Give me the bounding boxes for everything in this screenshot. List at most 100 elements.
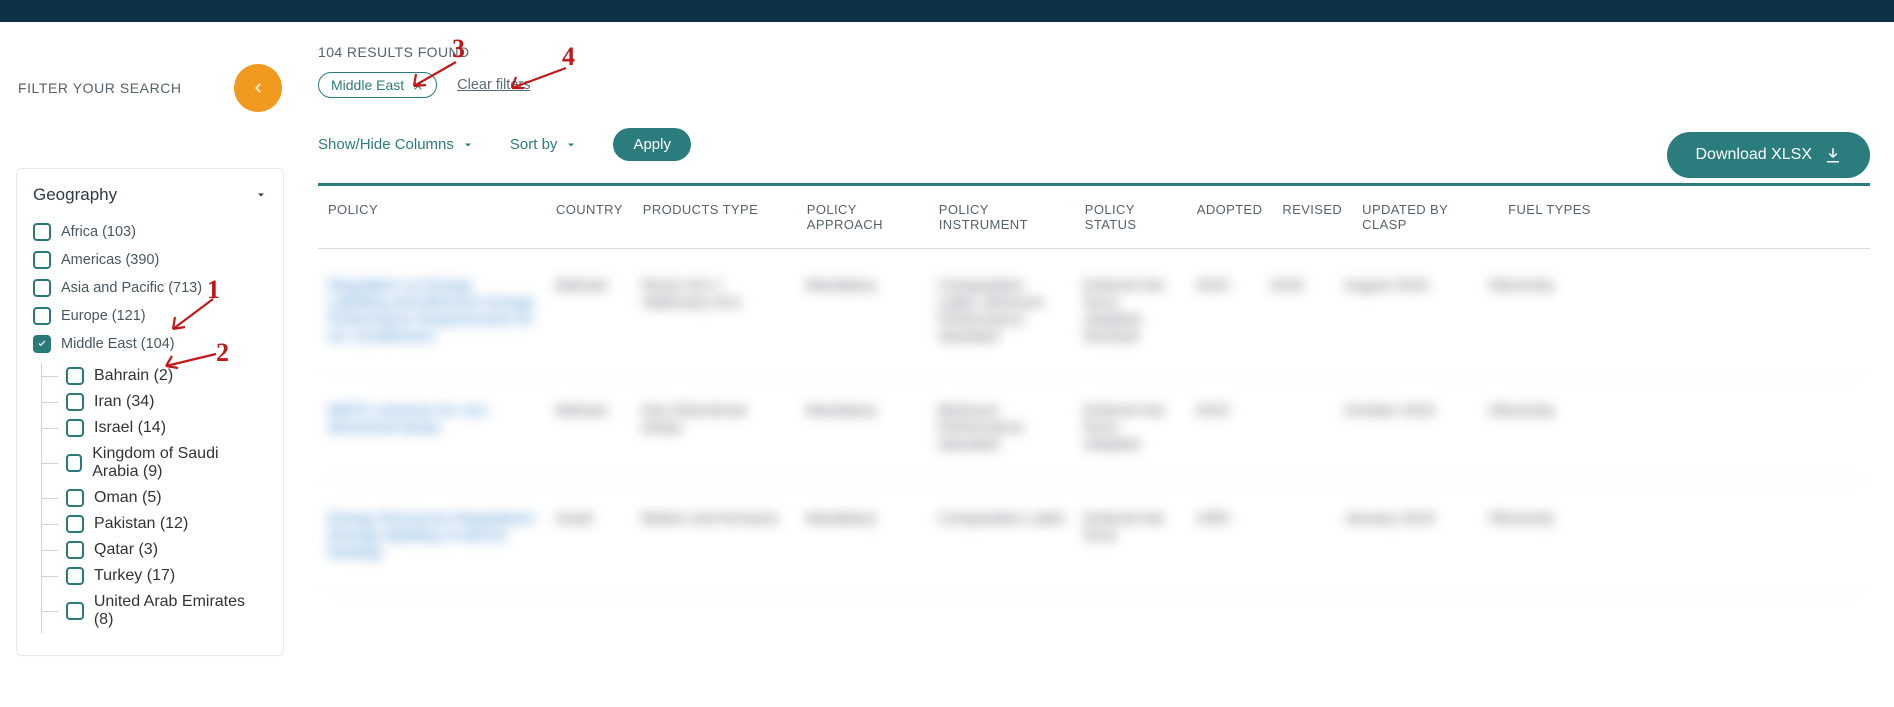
sort-by-label: Sort by xyxy=(510,136,558,153)
cell-updated: October 2019 xyxy=(1334,402,1480,453)
geo-item-americas[interactable]: Americas (390) xyxy=(33,251,267,269)
cell-ptype: Room ACs / Stationary ACs xyxy=(632,277,796,345)
cell-ptype: Boilers and furnaces xyxy=(632,510,796,561)
cell-ptype: Non-Directional lamps xyxy=(632,402,796,453)
cell-updated: January 2019 xyxy=(1334,510,1480,561)
geo-label: Europe (121) xyxy=(61,308,146,324)
cell-adopted: 1993 xyxy=(1186,510,1260,561)
geo-subitem-ksa[interactable]: Kingdom of Saudi Arabia (9) xyxy=(42,441,267,485)
checkbox[interactable] xyxy=(66,489,84,507)
cell-fuel: Electricity xyxy=(1480,402,1870,453)
cell-approach: Mandatory xyxy=(796,402,928,453)
cell-fuel: Electricity xyxy=(1480,277,1870,345)
filter-card-geography: Geography Africa (103) Americas (390) As… xyxy=(16,168,284,656)
geo-subitem-turkey[interactable]: Turkey (17) xyxy=(42,563,267,589)
geography-section-toggle[interactable]: Geography xyxy=(33,185,267,205)
apply-button[interactable]: Apply xyxy=(613,128,691,161)
show-hide-columns-dropdown[interactable]: Show/Hide Columns xyxy=(318,136,474,153)
cell-instrument: Minimum Performance Standard xyxy=(928,402,1074,453)
cell-revised xyxy=(1260,510,1334,561)
th-country[interactable]: COUNTRY xyxy=(546,202,633,232)
checkbox[interactable] xyxy=(33,251,51,269)
cell-instrument: Comparative Label xyxy=(928,510,1074,561)
th-products[interactable]: PRODUCTS TYPE xyxy=(633,202,797,232)
checkbox[interactable] xyxy=(66,419,84,437)
sort-by-dropdown[interactable]: Sort by xyxy=(510,136,578,153)
cell-adopted: 2015 xyxy=(1186,277,1260,345)
geography-section-label: Geography xyxy=(33,185,117,205)
main-content: 104 RESULTS FOUND Middle East Clear filt… xyxy=(300,22,1894,676)
cell-policy[interactable]: Regulation on Energy Labelling and Minim… xyxy=(318,277,546,345)
geo-label: Qatar (3) xyxy=(94,541,158,559)
cell-policy[interactable]: Energy Resources Regulations (Energy lab… xyxy=(318,510,546,561)
checkbox[interactable] xyxy=(66,393,84,411)
cell-fuel: Electricity xyxy=(1480,510,1870,561)
download-icon xyxy=(1824,146,1842,164)
chevron-down-icon xyxy=(565,139,577,151)
th-status[interactable]: POLICY STATUS xyxy=(1075,202,1187,232)
checkbox[interactable] xyxy=(66,515,84,533)
cell-country: Bahrain xyxy=(546,402,632,453)
geo-item-middle-east[interactable]: Middle East (104) xyxy=(33,335,267,353)
table-header: POLICY COUNTRY PRODUCTS TYPE POLICY APPR… xyxy=(318,183,1870,249)
results-count: 104 RESULTS FOUND xyxy=(318,44,1870,60)
checkbox[interactable] xyxy=(33,223,51,241)
cell-status: Entered into force, Adopted xyxy=(1074,402,1186,453)
cell-approach: Mandatory xyxy=(796,510,928,561)
geo-label: Asia and Pacific (713) xyxy=(61,280,202,296)
cell-status: Entered into force xyxy=(1074,510,1186,561)
th-revised[interactable]: REVISED xyxy=(1272,202,1352,232)
cell-revised: 2019 xyxy=(1260,277,1334,345)
geo-label: Bahrain (2) xyxy=(94,367,173,385)
th-policy[interactable]: POLICY xyxy=(318,202,546,232)
geo-item-europe[interactable]: Europe (121) xyxy=(33,307,267,325)
th-updated[interactable]: UPDATED BY CLASP xyxy=(1352,202,1498,232)
th-adopted[interactable]: ADOPTED xyxy=(1187,202,1273,232)
collapse-sidebar-button[interactable] xyxy=(234,64,282,112)
th-instrument[interactable]: POLICY INSTRUMENT xyxy=(929,202,1075,232)
cell-updated: August 2019 xyxy=(1334,277,1480,345)
checkbox[interactable] xyxy=(33,335,51,353)
cell-country: Israel xyxy=(546,510,632,561)
geo-label: Middle East (104) xyxy=(61,336,175,352)
geo-item-africa[interactable]: Africa (103) xyxy=(33,223,267,241)
cell-policy[interactable]: MEPS schemes for non-directional lamps xyxy=(318,402,546,453)
download-xlsx-button[interactable]: Download XLSX xyxy=(1667,132,1870,178)
checkbox[interactable] xyxy=(66,602,84,620)
filter-title: FILTER YOUR SEARCH xyxy=(18,80,182,96)
table-row[interactable]: Regulation on Energy Labelling and Minim… xyxy=(318,249,1870,374)
chevron-down-icon xyxy=(255,189,267,201)
geo-subitem-uae[interactable]: United Arab Emirates (8) xyxy=(42,589,267,633)
top-navbar xyxy=(0,0,1894,22)
checkbox[interactable] xyxy=(66,567,84,585)
geo-subitem-iran[interactable]: Iran (34) xyxy=(42,389,267,415)
geo-subitem-pakistan[interactable]: Pakistan (12) xyxy=(42,511,267,537)
checkbox[interactable] xyxy=(33,307,51,325)
geo-item-asia-pacific[interactable]: Asia and Pacific (713) xyxy=(33,279,267,297)
geo-subitem-oman[interactable]: Oman (5) xyxy=(42,485,267,511)
checkbox[interactable] xyxy=(66,367,84,385)
chip-remove-button[interactable] xyxy=(412,79,424,91)
filter-chip-middle-east[interactable]: Middle East xyxy=(318,72,437,98)
checkbox[interactable] xyxy=(66,541,84,559)
geo-subitem-israel[interactable]: Israel (14) xyxy=(42,415,267,441)
cell-approach: Mandatory xyxy=(796,277,928,345)
table-row[interactable]: Energy Resources Regulations (Energy lab… xyxy=(318,482,1870,590)
geo-subitem-bahrain[interactable]: Bahrain (2) xyxy=(42,363,267,389)
cell-adopted: 2015 xyxy=(1186,402,1260,453)
geo-label: Oman (5) xyxy=(94,489,162,507)
download-label: Download XLSX xyxy=(1695,146,1812,164)
sidebar-filters: FILTER YOUR SEARCH Geography Africa (103… xyxy=(0,22,300,676)
geo-label: Americas (390) xyxy=(61,252,159,268)
cell-revised xyxy=(1260,402,1334,453)
checkbox[interactable] xyxy=(33,279,51,297)
table-row[interactable]: MEPS schemes for non-directional lamps B… xyxy=(318,374,1870,482)
clear-filters-link[interactable]: Clear filters xyxy=(457,77,530,93)
geo-label: Israel (14) xyxy=(94,419,166,437)
geo-subitem-qatar[interactable]: Qatar (3) xyxy=(42,537,267,563)
th-fuel[interactable]: FUEL TYPES xyxy=(1498,202,1870,232)
cell-instrument: Comparative Label, Minimum Performance S… xyxy=(928,277,1074,345)
th-approach[interactable]: POLICY APPROACH xyxy=(797,202,929,232)
close-icon xyxy=(412,80,424,92)
checkbox[interactable] xyxy=(66,454,82,472)
